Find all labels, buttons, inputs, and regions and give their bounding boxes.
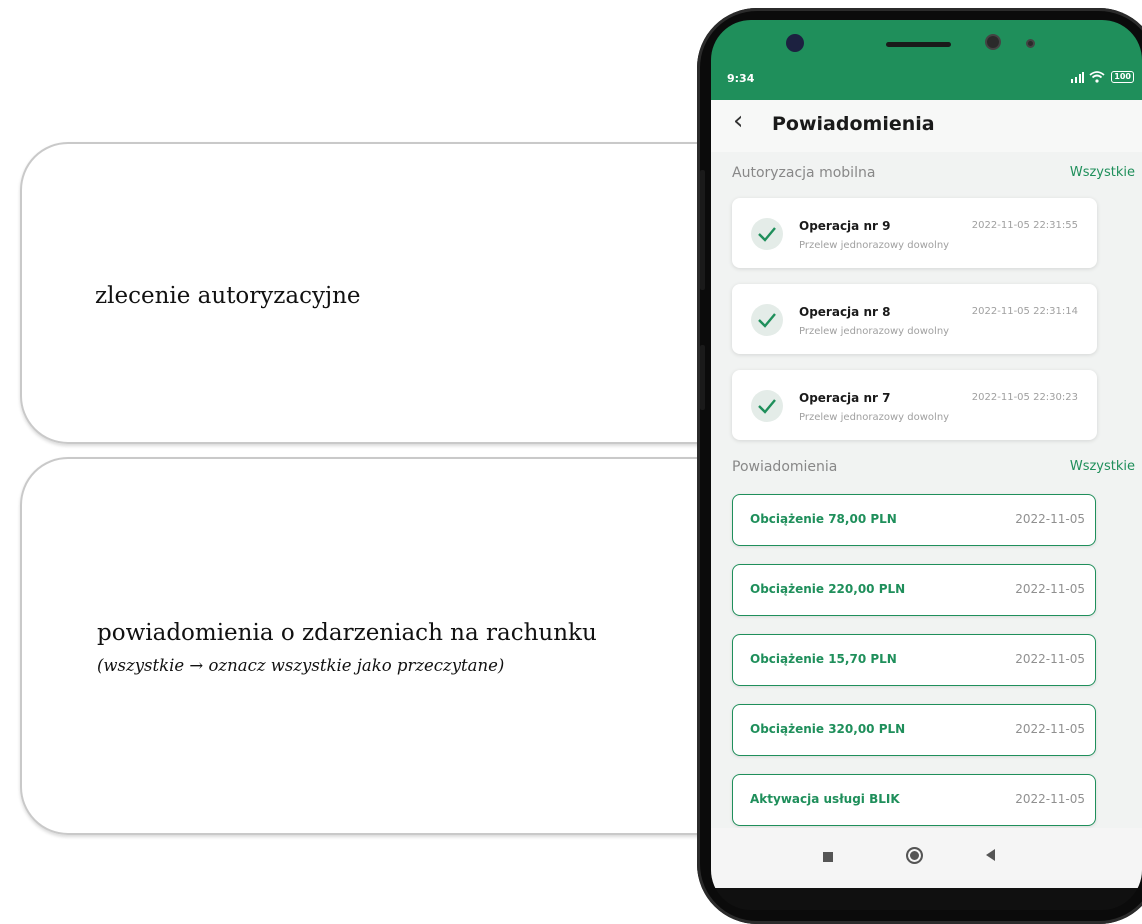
battery-level: 100 bbox=[1114, 72, 1131, 81]
operation-name: Operacja nr 9 bbox=[799, 219, 891, 233]
notification-title: Obciążenie 15,70 PLN bbox=[750, 652, 897, 666]
notification-title: Obciążenie 220,00 PLN bbox=[750, 582, 906, 596]
volume-button bbox=[700, 170, 705, 290]
callout-notifications-hint: (wszystkie → oznacz wszystkie jako przec… bbox=[97, 656, 505, 675]
notification-date: 2022-11-05 bbox=[1015, 512, 1085, 526]
home-icon[interactable] bbox=[906, 847, 923, 864]
light-sensor bbox=[1026, 39, 1035, 48]
wifi-icon bbox=[1089, 71, 1106, 83]
check-icon bbox=[751, 390, 783, 422]
auth-all-link[interactable]: Wszystkie bbox=[1070, 165, 1135, 180]
notifications-screen: ‹ Powiadomienia Autoryzacja mobilna Wszy… bbox=[711, 100, 1142, 828]
front-camera bbox=[786, 34, 804, 52]
chevron-left-icon[interactable]: ‹ bbox=[733, 106, 743, 136]
android-nav-bar bbox=[711, 828, 1142, 888]
notification-card[interactable]: Aktywacja usługi BLIK 2022-11-05 bbox=[732, 774, 1096, 826]
notification-card[interactable]: Obciążenie 15,70 PLN 2022-11-05 bbox=[732, 634, 1096, 686]
auth-operation-card[interactable]: Operacja nr 9 Przelew jednorazowy dowoln… bbox=[732, 198, 1097, 268]
notification-date: 2022-11-05 bbox=[1015, 652, 1085, 666]
operation-name: Operacja nr 7 bbox=[799, 391, 891, 405]
notification-title: Aktywacja usługi BLIK bbox=[750, 792, 900, 806]
operation-date: 2022-11-05 22:31:14 bbox=[971, 306, 1078, 317]
auth-operation-card[interactable]: Operacja nr 7 Przelew jednorazowy dowoln… bbox=[732, 370, 1097, 440]
phone-screen: 9:34 100 ‹ Powiadomienia Autoryzacja mob… bbox=[711, 20, 1142, 910]
page-title: Powiadomienia bbox=[772, 113, 935, 135]
notification-date: 2022-11-05 bbox=[1015, 582, 1085, 596]
signal-icon bbox=[1070, 71, 1084, 83]
operation-name: Operacja nr 8 bbox=[799, 305, 891, 319]
status-bar: 9:34 100 bbox=[711, 20, 1142, 100]
operation-desc: Przelew jednorazowy dowolny bbox=[799, 412, 950, 423]
notification-date: 2022-11-05 bbox=[1015, 792, 1085, 806]
notification-card[interactable]: Obciążenie 78,00 PLN 2022-11-05 bbox=[732, 494, 1096, 546]
bixby-button bbox=[700, 345, 705, 410]
operation-desc: Przelew jednorazowy dowolny bbox=[799, 240, 950, 251]
section-label-notifications: Powiadomienia bbox=[732, 459, 838, 475]
notification-card[interactable]: Obciążenie 320,00 PLN 2022-11-05 bbox=[732, 704, 1096, 756]
notification-title: Obciążenie 320,00 PLN bbox=[750, 722, 906, 736]
battery-icon: 100 bbox=[1111, 71, 1134, 83]
status-icons: 100 bbox=[1070, 70, 1134, 83]
notification-date: 2022-11-05 bbox=[1015, 722, 1085, 736]
callout-notifications-text: powiadomienia o zdarzeniach na rachunku bbox=[97, 620, 597, 646]
check-icon bbox=[751, 304, 783, 336]
earpiece-speaker bbox=[886, 42, 951, 47]
operation-date: 2022-11-05 22:31:55 bbox=[971, 220, 1078, 231]
back-triangle-icon[interactable] bbox=[986, 849, 995, 861]
notification-title: Obciążenie 78,00 PLN bbox=[750, 512, 897, 526]
section-label-auth: Autoryzacja mobilna bbox=[732, 165, 876, 181]
app-header: ‹ Powiadomienia bbox=[711, 100, 1142, 152]
status-time: 9:34 bbox=[727, 72, 755, 85]
operation-date: 2022-11-05 22:30:23 bbox=[971, 392, 1078, 403]
notifications-all-link[interactable]: Wszystkie bbox=[1070, 459, 1135, 474]
recent-apps-icon[interactable] bbox=[823, 852, 833, 862]
operation-desc: Przelew jednorazowy dowolny bbox=[799, 326, 950, 337]
notification-card[interactable]: Obciążenie 220,00 PLN 2022-11-05 bbox=[732, 564, 1096, 616]
check-icon bbox=[751, 218, 783, 250]
auth-operation-card[interactable]: Operacja nr 8 Przelew jednorazowy dowoln… bbox=[732, 284, 1097, 354]
callout-auth-text: zlecenie autoryzacyjne bbox=[95, 283, 361, 309]
proximity-sensor bbox=[985, 34, 1001, 50]
